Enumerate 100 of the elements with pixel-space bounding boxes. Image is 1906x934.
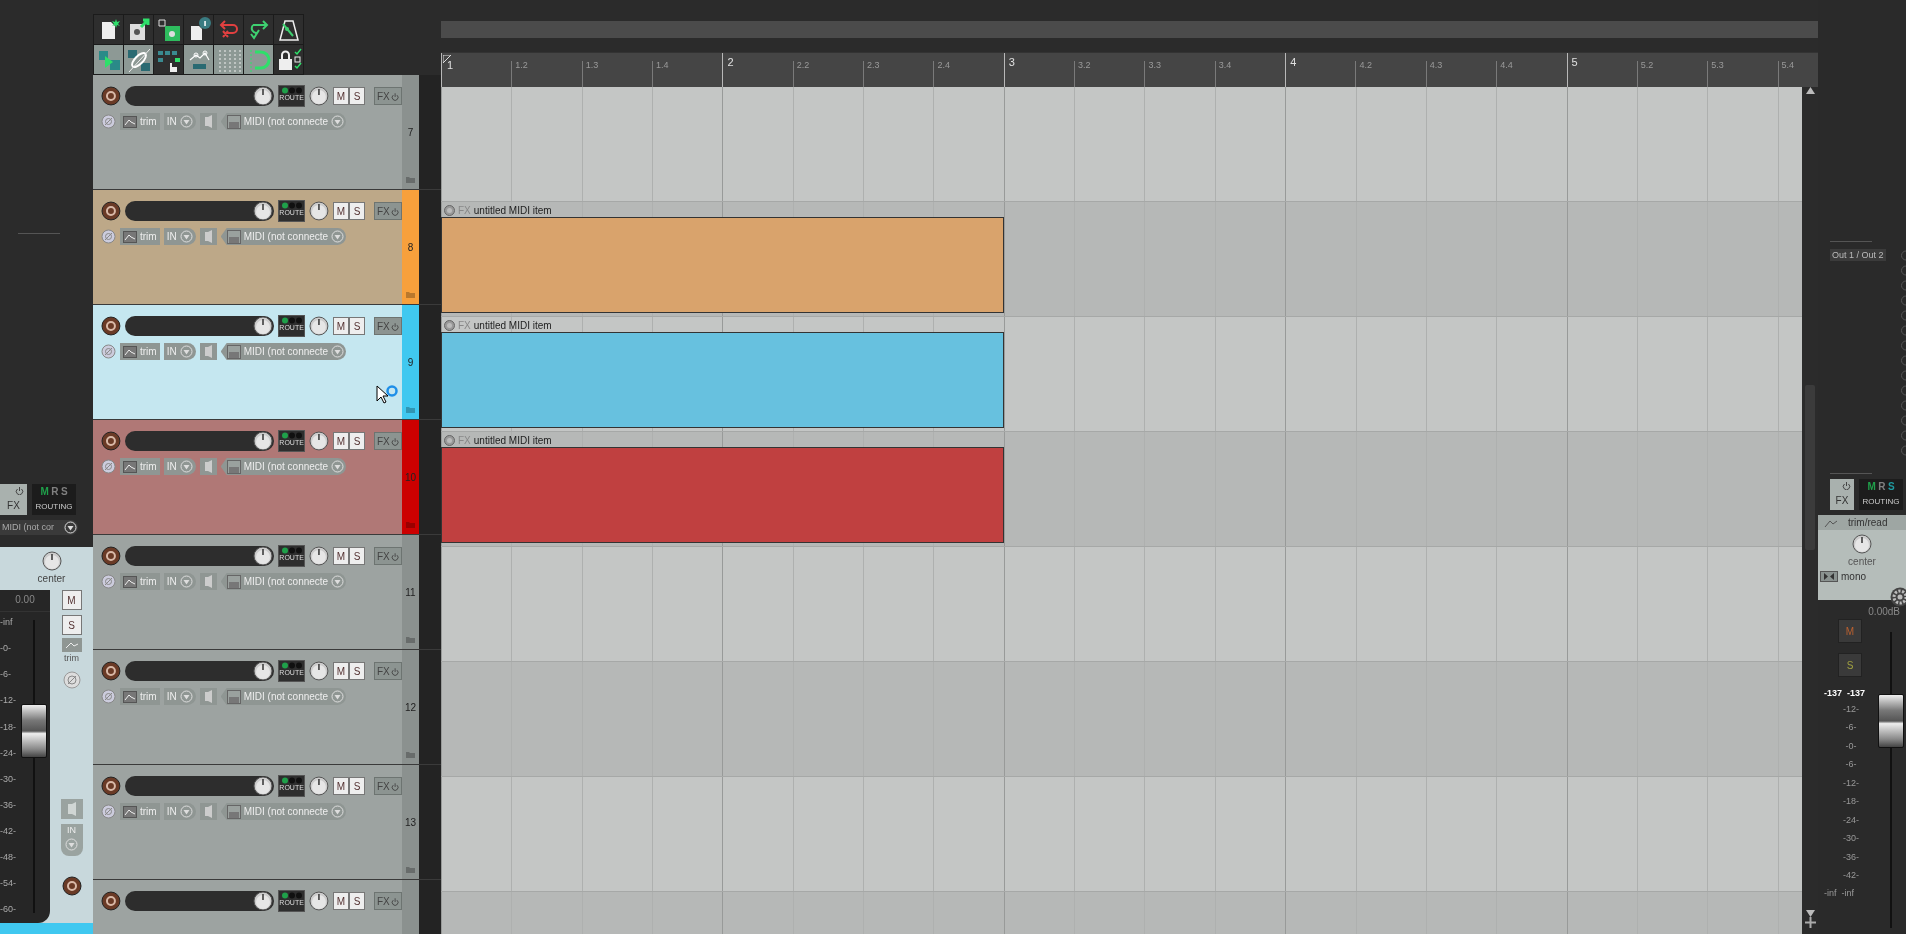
ruler-label: 5 bbox=[1571, 55, 1578, 70]
power-icon bbox=[390, 321, 399, 331]
track-name-field[interactable] bbox=[124, 661, 275, 681]
pan-knob[interactable] bbox=[309, 201, 329, 221]
pan-knob[interactable] bbox=[309, 431, 329, 451]
toolbar-button[interactable] bbox=[154, 45, 183, 74]
item-fx-icon[interactable] bbox=[444, 434, 455, 446]
pan-knob[interactable] bbox=[309, 316, 329, 336]
input-selector[interactable]: MIDI (not cor bbox=[0, 520, 78, 535]
volume-knob[interactable] bbox=[253, 201, 274, 221]
solo-button[interactable]: S bbox=[349, 87, 365, 105]
settings-icon[interactable] bbox=[1890, 587, 1906, 607]
volume-knob[interactable] bbox=[253, 86, 274, 106]
solo-button[interactable]: S bbox=[349, 547, 365, 565]
record-arm-icon[interactable] bbox=[101, 201, 121, 221]
phase-icon[interactable] bbox=[62, 670, 81, 689]
track-lane[interactable]: FX untitled MIDI item bbox=[441, 317, 1802, 432]
solo-button[interactable]: S bbox=[349, 317, 365, 335]
pan-knob[interactable] bbox=[41, 551, 62, 571]
toolbar-button[interactable] bbox=[244, 15, 273, 44]
mute-button[interactable]: M bbox=[333, 317, 349, 335]
track-lane[interactable] bbox=[441, 777, 1802, 892]
pan-knob[interactable] bbox=[309, 776, 329, 796]
mute-button[interactable]: M bbox=[333, 202, 349, 220]
record-arm-icon[interactable] bbox=[101, 776, 121, 796]
ruler-label: 4.3 bbox=[1429, 59, 1443, 72]
fx-button[interactable]: FX bbox=[1830, 479, 1854, 510]
midi-item[interactable] bbox=[441, 332, 1004, 428]
solo-button[interactable]: S bbox=[349, 202, 365, 220]
toolbar-button[interactable] bbox=[154, 15, 183, 44]
pan-knob[interactable] bbox=[309, 891, 329, 911]
solo-button[interactable]: S bbox=[349, 662, 365, 680]
mute-button[interactable]: M bbox=[333, 662, 349, 680]
led-icon bbox=[280, 87, 303, 94]
solo-button[interactable]: S bbox=[349, 432, 365, 450]
volume-knob[interactable] bbox=[253, 776, 274, 796]
mute-button[interactable]: M bbox=[333, 892, 349, 910]
toolbar-button[interactable] bbox=[274, 45, 303, 74]
toolbar-button[interactable] bbox=[274, 15, 303, 44]
track-lane[interactable] bbox=[441, 87, 1802, 202]
record-arm-icon[interactable] bbox=[101, 546, 121, 566]
track-name-field[interactable] bbox=[124, 201, 275, 221]
track-lane[interactable] bbox=[441, 547, 1802, 662]
item-fx-icon[interactable] bbox=[444, 319, 455, 331]
track-name-field[interactable] bbox=[124, 891, 275, 911]
mono-button[interactable]: mono bbox=[1820, 569, 1866, 584]
toolbar-button[interactable] bbox=[184, 45, 213, 74]
volume-knob[interactable] bbox=[253, 661, 274, 681]
fx-button[interactable]: FX bbox=[0, 484, 27, 515]
pan-knob[interactable] bbox=[309, 86, 329, 106]
add-icon[interactable] bbox=[1804, 917, 1816, 928]
solo-button[interactable]: S bbox=[349, 892, 365, 910]
track-lane[interactable] bbox=[441, 662, 1802, 777]
record-arm-icon[interactable] bbox=[101, 891, 121, 911]
output-selector[interactable]: Out 1 / Out 2 bbox=[1830, 249, 1886, 261]
scroll-down-icon[interactable] bbox=[1805, 909, 1815, 917]
ruler-label: 2.4 bbox=[937, 59, 950, 72]
pan-knob[interactable] bbox=[1852, 534, 1872, 554]
record-arm-icon[interactable] bbox=[101, 86, 121, 106]
mute-button[interactable]: M bbox=[333, 547, 349, 565]
toolbar-button[interactable] bbox=[94, 15, 123, 44]
volume-knob[interactable] bbox=[253, 546, 274, 566]
mute-button[interactable]: M bbox=[61, 590, 82, 610]
track-name-field[interactable] bbox=[124, 776, 275, 796]
mute-button[interactable]: M bbox=[333, 87, 349, 105]
routing-button[interactable]: M R S ROUTING bbox=[32, 484, 76, 515]
track-name-field[interactable] bbox=[124, 86, 275, 106]
fader-thumb[interactable] bbox=[21, 704, 47, 759]
solo-button[interactable]: S bbox=[1838, 653, 1862, 677]
ruler-label: 5.4 bbox=[1781, 59, 1795, 72]
solo-button[interactable]: S bbox=[349, 777, 365, 795]
track-number: 7 bbox=[407, 125, 414, 140]
record-arm-icon[interactable] bbox=[101, 661, 121, 681]
caret-icon[interactable] bbox=[64, 521, 77, 534]
routing-button[interactable]: M R S ROUTING bbox=[1859, 479, 1903, 510]
led-icon bbox=[280, 662, 303, 669]
item-fx-icon[interactable] bbox=[444, 204, 455, 216]
stereo-width-icon bbox=[1820, 571, 1838, 582]
pan-knob[interactable] bbox=[309, 546, 329, 566]
fader-thumb[interactable] bbox=[1878, 693, 1904, 748]
automation-mode-button[interactable]: trim/read bbox=[1818, 515, 1906, 530]
toolbar-button[interactable] bbox=[124, 45, 153, 74]
pan-knob[interactable] bbox=[309, 661, 329, 681]
volume-knob[interactable] bbox=[253, 316, 274, 336]
volume-knob[interactable] bbox=[253, 431, 274, 451]
envelope-button[interactable] bbox=[61, 638, 82, 652]
mute-button[interactable]: M bbox=[333, 777, 349, 795]
volume-knob[interactable] bbox=[253, 891, 274, 911]
toolbar-button[interactable] bbox=[124, 15, 153, 44]
track-name-field[interactable] bbox=[124, 316, 275, 336]
track-name-field[interactable] bbox=[124, 546, 275, 566]
phase-icon[interactable] bbox=[101, 344, 116, 359]
midi-item[interactable] bbox=[441, 217, 1004, 313]
record-arm-icon[interactable] bbox=[61, 875, 82, 896]
solo-button[interactable]: S bbox=[61, 615, 82, 635]
mute-button[interactable]: M bbox=[333, 432, 349, 450]
record-arm-icon[interactable] bbox=[101, 431, 121, 451]
toolbar-button[interactable] bbox=[184, 15, 213, 44]
record-arm-icon[interactable] bbox=[101, 316, 121, 336]
track-name-field[interactable] bbox=[124, 431, 275, 451]
